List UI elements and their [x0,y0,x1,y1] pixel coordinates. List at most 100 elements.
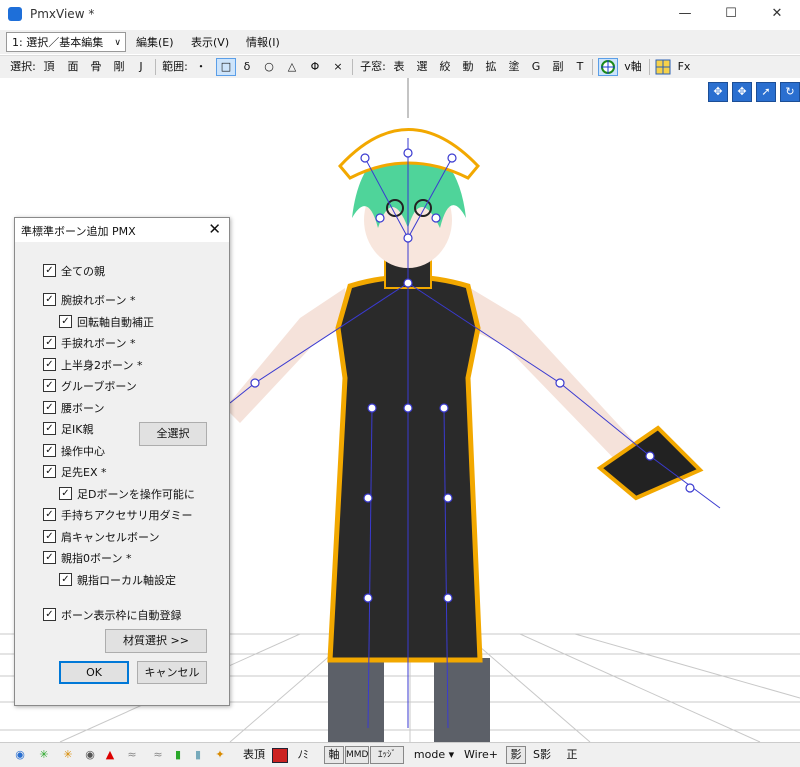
select-all-button[interactable]: 全選択 [139,422,207,446]
target-icon [601,60,615,74]
select-label: 選択: [10,60,36,73]
rotate-icon[interactable]: ↻ [780,82,800,102]
checkmark-icon: ✓ [59,315,72,328]
front-view-button[interactable]: 正 [564,747,580,763]
checkmark-icon: ✓ [43,444,56,457]
checkmark-icon: ✓ [43,264,56,277]
toolbar-divider [352,59,353,75]
v-axis-label[interactable]: v軸 [621,59,645,75]
left-arm [225,288,350,423]
toolbar: 選択: 頂 面 骨 剛 J 範囲: ・ □ δ ○ △ Φ × 子窓: 表 選 … [0,55,800,79]
table-vertex-button[interactable]: 表頂 [240,747,268,763]
wire-plus-button[interactable]: Wire+ [462,747,500,763]
checkmark-icon: ✓ [43,530,56,543]
grid-icon [655,59,671,75]
rectangle-icon: □ [220,60,232,73]
checkmark-icon: ✓ [43,358,56,371]
right-leg [434,658,490,742]
bone-display-icon[interactable]: ▮ [172,747,184,763]
child-window-scale-button[interactable]: 拡 [484,59,498,75]
menu-bar: 1: 選択／基本編集 ∨ 編集(E) 表示(V) 情報(I) [0,30,800,54]
child-window-g-button[interactable]: G [530,59,542,75]
mode-dropdown-value: 1: 選択／基本編集 [12,36,104,49]
title-bar: PmxView * — ☐ ✕ [0,0,800,28]
child-window-move-button[interactable]: 動 [461,59,475,75]
checkmark-icon: ✓ [43,379,56,392]
child-window-label: 子窓: [360,60,386,73]
edge-toggle[interactable]: ｴｯｼﾞ [370,746,404,764]
triangle-display-icon[interactable]: ▲ [102,747,118,763]
checkmark-icon: ✓ [59,487,72,500]
child-window-t-button[interactable]: T [574,59,586,75]
left-leg [328,658,384,742]
checkmark-icon: ✓ [43,422,56,435]
child-window-filter-button[interactable]: 絞 [438,59,452,75]
dialog-title-bar: 準標準ボーン追加 PMX ✕ [15,218,229,242]
child-window-sub-button[interactable]: 副 [551,59,565,75]
axis-toggle[interactable]: 軸 [324,746,344,764]
range-triangle-button[interactable]: △ [285,59,299,75]
material-display-icon[interactable]: ✳ [60,747,76,763]
maximize-button[interactable]: ☐ [708,0,754,28]
self-shadow-toggle[interactable]: S影 [530,747,554,763]
menu-info[interactable]: 情報(I) [246,34,280,50]
select-joint-button[interactable]: J [135,59,147,75]
range-circle-button[interactable]: ○ [262,59,276,75]
joint-display-icon[interactable]: ✦ [212,747,228,763]
shadow-toggle[interactable]: 影 [506,746,526,764]
checkmark-icon: ✓ [43,336,56,349]
grid-view-button[interactable] [654,59,672,75]
mmd-toggle[interactable]: MMD [345,746,369,764]
close-icon[interactable]: ✕ [208,220,221,238]
pan-icon[interactable]: ✥ [708,82,728,102]
add-standard-bones-dialog: 準標準ボーン追加 PMX ✕ ✓ 全ての親 ✓ 腕捩れボーン * ✓ 回転軸自動補正 … [14,217,230,706]
range-label: 範囲: [162,60,188,73]
ok-button[interactable]: OK [59,661,129,684]
child-window-table-button[interactable]: 表 [392,59,406,75]
child-window-paint-button[interactable]: 塗 [507,59,521,75]
checkmark-icon: ✓ [43,608,56,621]
mirror-button[interactable]: ﾉﾐ [292,747,314,763]
range-clear-button[interactable]: × [331,59,345,75]
minimize-button[interactable]: — [662,0,708,28]
select-bone-button[interactable]: 骨 [89,59,103,75]
menu-edit[interactable]: 編集(E) [136,34,174,50]
color-swatch[interactable] [272,748,288,763]
fx-button[interactable]: Fx [676,59,692,75]
move-icon[interactable]: ✥ [732,82,752,102]
wire-display-icon[interactable]: ≈ [124,747,140,763]
dialog-title: 準標準ボーン追加 PMX [21,225,136,238]
checkmark-icon: ✓ [43,465,56,478]
edge-display-icon[interactable]: ≈ [150,747,166,763]
app-icon [8,7,22,21]
close-button[interactable]: ✕ [754,0,800,28]
checkmark-icon: ✓ [43,293,56,306]
checkmark-icon: ✓ [43,508,56,521]
vertex-display-icon[interactable]: ◉ [12,747,28,763]
toolbar-divider [592,59,593,75]
range-phi-button[interactable]: Φ [308,59,322,75]
rigid-display-icon[interactable]: ▮ [192,747,204,763]
cancel-button[interactable]: キャンセル [137,661,207,684]
zoom-icon[interactable]: ➚ [756,82,776,102]
child-window-select-button[interactable]: 選 [415,59,429,75]
point-display-icon[interactable]: ◉ [82,747,98,763]
material-select-button[interactable]: 材質選択 >> [105,629,207,653]
select-rigid-button[interactable]: 剛 [112,59,126,75]
checkmark-icon: ✓ [43,551,56,564]
mode-dropdown-button[interactable]: mode ▾ [410,747,458,763]
range-point-button[interactable]: ・ [194,59,208,75]
toolbar-divider [155,59,156,75]
normal-display-icon[interactable]: ✳ [36,747,52,763]
window-title: PmxView * [30,7,95,21]
select-face-button[interactable]: 面 [66,59,80,75]
range-rect-button[interactable]: □ [216,58,236,76]
select-vertex-button[interactable]: 頂 [42,59,56,75]
menu-view[interactable]: 表示(V) [191,34,229,50]
mode-dropdown[interactable]: 1: 選択／基本編集 ∨ [6,32,126,52]
checkmark-icon: ✓ [59,573,72,586]
axis-target-button[interactable] [598,58,618,76]
toolbar-divider [649,59,650,75]
bottom-toolbar: ◉ ✳ ✳ ◉ ▲ ≈ ≈ ▮ ▮ ✦ 表頂 ﾉﾐ 軸 MMD ｴｯｼﾞ mod… [0,742,800,767]
range-delta-button[interactable]: δ [240,59,254,75]
